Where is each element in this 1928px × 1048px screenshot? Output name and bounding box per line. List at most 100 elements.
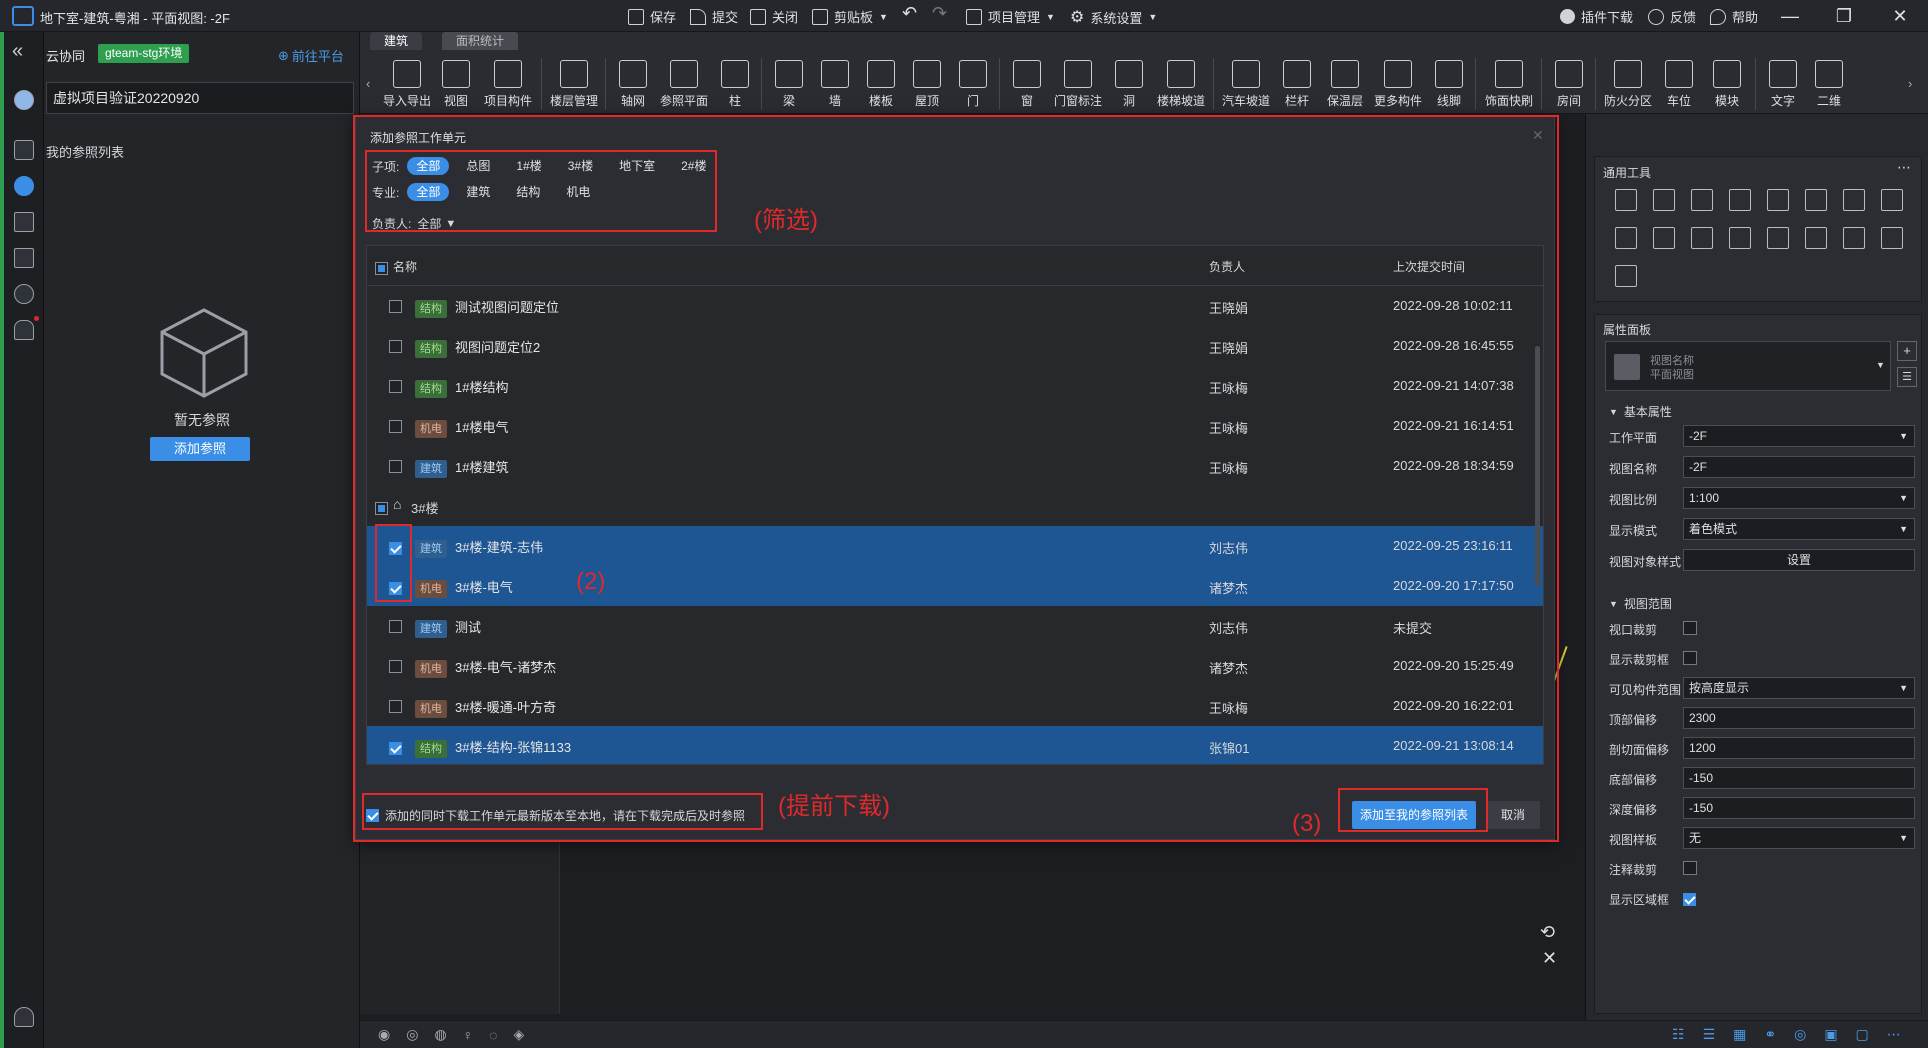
more-icon[interactable]: ⋯ xyxy=(1887,1026,1901,1043)
undo-button[interactable]: ↶ xyxy=(902,3,917,24)
project-name[interactable]: 虚拟项目验证20220920 xyxy=(46,82,354,114)
row-checkbox[interactable] xyxy=(389,660,402,673)
system-settings-menu[interactable]: ⚙ 系统设置 ▼ xyxy=(1070,7,1157,27)
prop-select[interactable]: 着色模式 ▼ xyxy=(1683,518,1915,540)
prop-input[interactable]: -150 xyxy=(1683,797,1915,819)
row-checkbox[interactable] xyxy=(389,420,402,433)
isolate-icon[interactable]: ◍ xyxy=(434,1026,446,1043)
prop-button[interactable]: 设置 xyxy=(1683,549,1915,571)
row-checkbox[interactable] xyxy=(389,742,402,756)
row-checkbox[interactable] xyxy=(389,340,402,353)
general-tool-15-icon[interactable] xyxy=(1881,227,1903,249)
filter-chip-2[interactable]: 结构 xyxy=(507,183,549,201)
rotate-icon[interactable]: ⟲ xyxy=(1540,922,1555,943)
ribbon-button-23[interactable]: 防火分区 xyxy=(1602,60,1654,114)
view-range-section[interactable]: ▼ 视图范围 xyxy=(1609,595,1672,612)
ribbon-button-27[interactable]: 二维 xyxy=(1808,60,1850,114)
view-type-selector[interactable]: 视图名称 平面视图 ▼ xyxy=(1605,341,1891,391)
group-row[interactable]: ⌂ 3#楼 xyxy=(367,486,1543,526)
filter-chip-3[interactable]: 3#楼 xyxy=(559,157,602,175)
ribbon-button-5[interactable]: 参照平面 xyxy=(658,60,710,114)
table-row[interactable]: 机电 1#楼电气 王咏梅 2022-09-21 16:14:51 xyxy=(367,406,1543,446)
layer-icon[interactable]: ◈ xyxy=(513,1026,524,1043)
download-option[interactable]: 添加的同时下载工作单元最新版本至本地，请在下载完成后及时参照 xyxy=(366,807,745,824)
download-checkbox[interactable] xyxy=(366,809,379,822)
ribbon-button-10[interactable]: 屋顶 xyxy=(906,60,948,114)
filter-chip-4[interactable]: 地下室 xyxy=(610,157,664,175)
general-tool-8-icon[interactable] xyxy=(1615,227,1637,249)
ribbon-button-20[interactable]: 线脚 xyxy=(1428,60,1470,114)
ribbon-button-2[interactable]: 项目构件 xyxy=(480,60,536,114)
table-row[interactable]: 结构 测试视图问题定位 王晓娟 2022-09-28 10:02:11 xyxy=(367,286,1543,326)
ribbon-button-3[interactable]: 楼层管理 xyxy=(548,60,600,114)
document-icon[interactable] xyxy=(14,212,34,232)
row-checkbox[interactable] xyxy=(389,700,402,713)
filter-chip-1[interactable]: 总图 xyxy=(457,157,499,175)
ribbon-button-19[interactable]: 更多构件 xyxy=(1372,60,1424,114)
clipboard-menu[interactable]: 剪贴板 ▼ xyxy=(812,7,888,26)
general-tool-3-icon[interactable] xyxy=(1729,189,1751,211)
ribbon-button-22[interactable]: 房间 xyxy=(1548,60,1590,114)
list-icon[interactable] xyxy=(14,248,34,268)
prop-select[interactable]: 1:100 ▼ xyxy=(1683,487,1915,509)
prop-checkbox[interactable] xyxy=(1683,651,1697,665)
ribbon-button-21[interactable]: 饰面快刷 xyxy=(1482,60,1536,114)
filter-chip-0[interactable]: 全部 xyxy=(407,183,450,201)
add-reference-button[interactable]: 添加参照 xyxy=(150,437,250,461)
table-row[interactable]: 建筑 测试 刘志伟 未提交 xyxy=(367,606,1543,646)
ribbon-button-8[interactable]: 墙 xyxy=(814,60,856,114)
help-circle-icon[interactable] xyxy=(14,284,34,304)
owner-select[interactable]: 全部 ▼ xyxy=(417,215,456,232)
prop-input[interactable]: -150 xyxy=(1683,767,1915,789)
general-tool-6-icon[interactable] xyxy=(1843,189,1865,211)
ribbon-button-11[interactable]: 门 xyxy=(952,60,994,114)
outline-icon[interactable]: ☰ xyxy=(1703,1026,1716,1043)
row-checkbox[interactable] xyxy=(389,460,402,473)
add-to-list-button[interactable]: 添加至我的参照列表 xyxy=(1352,801,1476,829)
tab-architecture[interactable]: 建筑 xyxy=(370,32,423,50)
general-tool-4-icon[interactable] xyxy=(1767,189,1789,211)
save-button[interactable]: 保存 xyxy=(628,7,676,26)
general-tool-7-icon[interactable] xyxy=(1881,189,1903,211)
filter-chip-0[interactable]: 全部 xyxy=(407,157,450,175)
row-checkbox[interactable] xyxy=(389,620,402,633)
ribbon-button-0[interactable]: 导入导出 xyxy=(382,60,432,114)
general-tool-0-icon[interactable] xyxy=(1615,189,1637,211)
window-icon[interactable]: ▢ xyxy=(1856,1026,1869,1043)
minimize-button[interactable]: — xyxy=(1770,4,1810,28)
tree-icon[interactable]: ☷ xyxy=(1672,1026,1685,1043)
general-tool-2-icon[interactable] xyxy=(1691,189,1713,211)
redo-button[interactable]: ↷ xyxy=(932,3,947,24)
basic-props-section[interactable]: ▼ 基本属性 xyxy=(1609,403,1672,420)
filter-chip-3[interactable]: 机电 xyxy=(557,183,599,201)
ribbon-button-6[interactable]: 柱 xyxy=(714,60,756,114)
rule-icon[interactable]: ▦ xyxy=(1733,1026,1746,1043)
prop-checkbox[interactable] xyxy=(1683,621,1697,635)
filter-chip-1[interactable]: 建筑 xyxy=(457,183,499,201)
ribbon-button-7[interactable]: 梁 xyxy=(768,60,810,114)
close-icon[interactable]: ✕ xyxy=(1542,948,1557,969)
dialog-close-icon[interactable]: ✕ xyxy=(1532,127,1544,144)
general-tool-11-icon[interactable] xyxy=(1729,227,1751,249)
prop-checkbox[interactable] xyxy=(1683,893,1696,907)
eye-icon[interactable]: ◌ xyxy=(489,1027,497,1043)
row-checkbox[interactable] xyxy=(389,542,402,556)
prop-input[interactable]: -2F xyxy=(1683,456,1915,478)
general-tool-5-icon[interactable] xyxy=(1805,189,1827,211)
table-row[interactable]: 结构 1#楼结构 王咏梅 2022-09-21 14:07:38 xyxy=(367,366,1543,406)
submit-button[interactable]: 提交 xyxy=(690,7,738,26)
collapse-icon[interactable]: « xyxy=(12,40,23,63)
general-tool-9-icon[interactable] xyxy=(1653,227,1675,249)
prop-input[interactable]: 2300 xyxy=(1683,707,1915,729)
ribbon-button-1[interactable]: 视图 xyxy=(436,60,476,114)
table-scrollbar[interactable] xyxy=(1535,346,1540,586)
link-icon[interactable] xyxy=(14,176,34,196)
general-tool-12-icon[interactable] xyxy=(1767,227,1789,249)
row-checkbox[interactable] xyxy=(389,582,402,596)
bell-icon[interactable] xyxy=(14,320,34,340)
help-button[interactable]: 帮助 xyxy=(1710,7,1758,26)
feedback-button[interactable]: 反馈 xyxy=(1648,7,1696,26)
table-row[interactable]: 建筑 1#楼建筑 王咏梅 2022-09-28 18:34:59 xyxy=(367,446,1543,486)
table-row[interactable]: 建筑 3#楼-建筑-志伟 刘志伟 2022-09-25 23:16:11 xyxy=(367,526,1543,566)
ribbon-button-26[interactable]: 文字 xyxy=(1762,60,1804,114)
